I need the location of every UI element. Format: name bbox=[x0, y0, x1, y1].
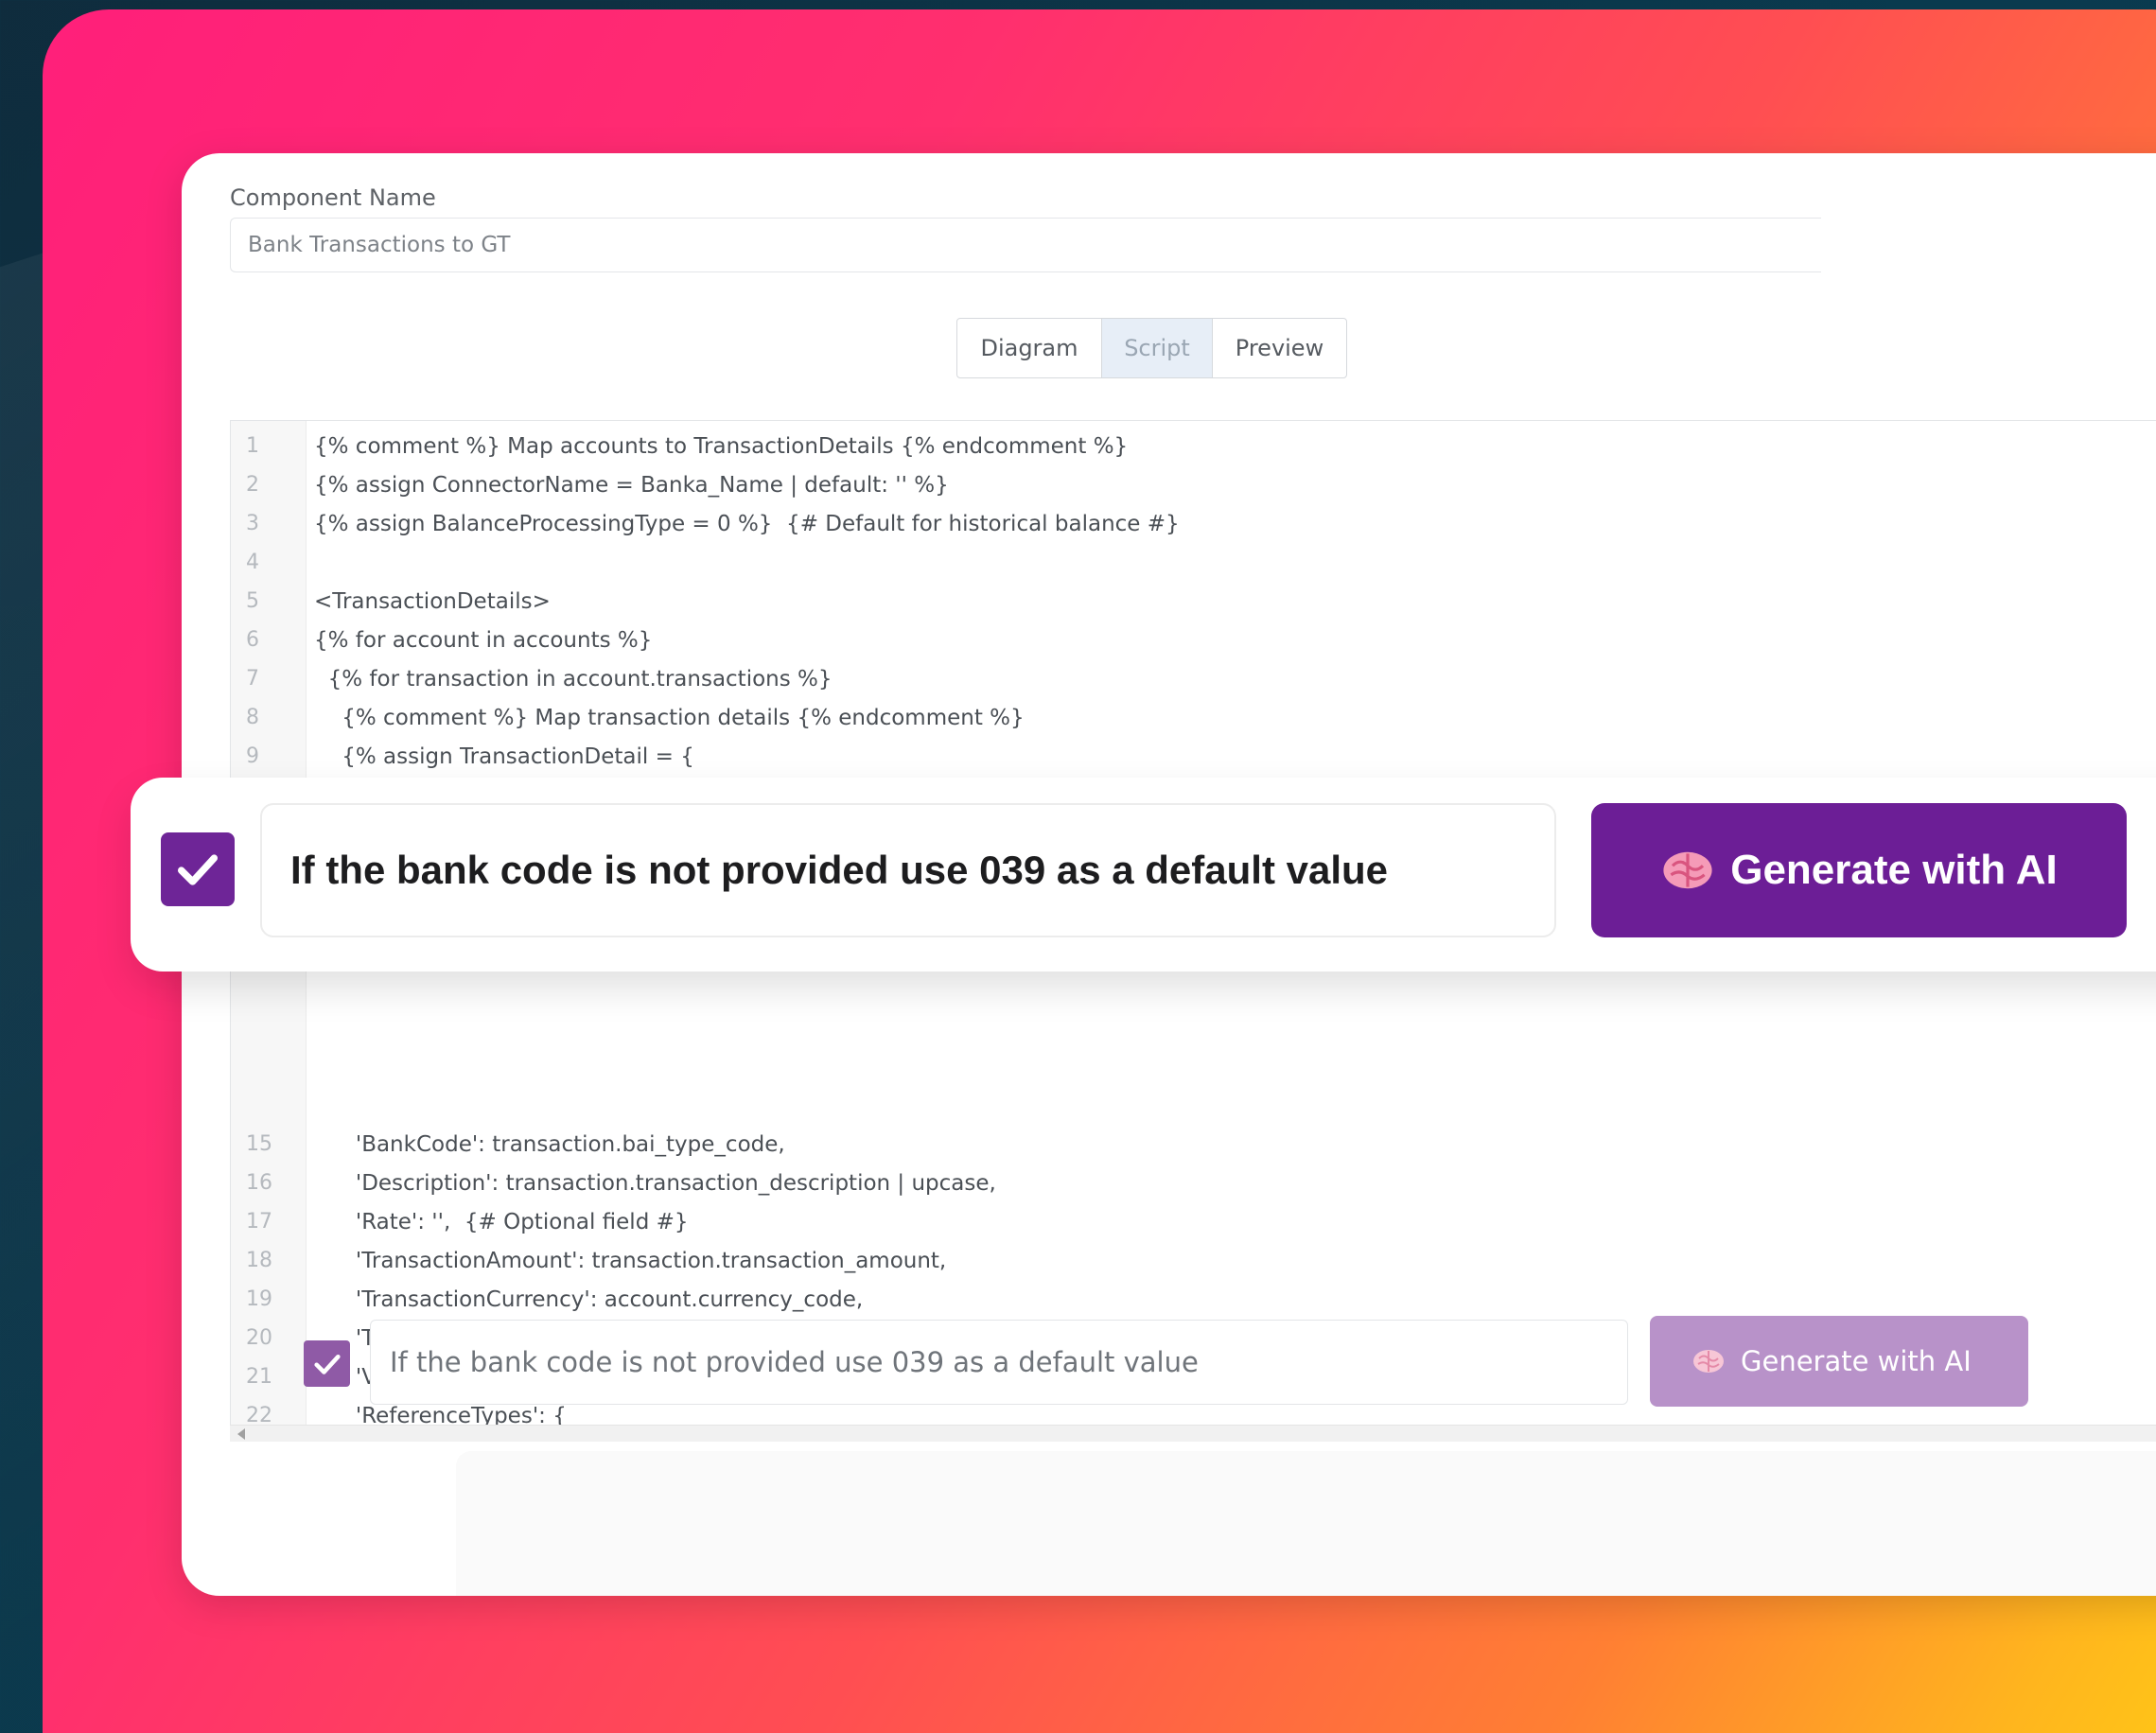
horizontal-scrollbar[interactable] bbox=[230, 1425, 2156, 1442]
scroll-left-icon[interactable] bbox=[237, 1428, 245, 1440]
line-number: 8 bbox=[246, 706, 259, 729]
line-number: 1 bbox=[246, 434, 259, 458]
code-text: {% assign ConnectorName = Banka_Name | d… bbox=[314, 472, 949, 498]
prompt-checkbox[interactable] bbox=[304, 1340, 350, 1387]
line-number: 20 bbox=[246, 1326, 272, 1350]
callout-prompt-input[interactable]: If the bank code is not provided use 039… bbox=[260, 803, 1556, 937]
code-line[interactable]: 3 {% assign BalanceProcessingType = 0 %} … bbox=[231, 504, 2156, 543]
code-line[interactable]: 6 {% for account in accounts %} bbox=[231, 621, 2156, 659]
code-line[interactable]: 8 {% comment %} Map transaction details … bbox=[231, 698, 2156, 737]
view-tabs: Diagram Script Preview bbox=[956, 318, 1347, 378]
callout-checkbox[interactable] bbox=[161, 832, 235, 906]
line-number: 5 bbox=[246, 589, 259, 613]
prompt-input-text: If the bank code is not provided use 039… bbox=[390, 1346, 1199, 1378]
line-number: 18 bbox=[246, 1249, 272, 1272]
checkmark-icon bbox=[313, 1354, 341, 1374]
tab-script[interactable]: Script bbox=[1102, 319, 1213, 377]
code-text: {% for account in accounts %} bbox=[314, 627, 653, 653]
callout-generate-with-ai-button[interactable]: Generate with AI bbox=[1591, 803, 2127, 937]
code-line[interactable]: 15 'BankCode': transaction.bai_type_code… bbox=[231, 1125, 2156, 1164]
code-line[interactable]: 2 {% assign ConnectorName = Banka_Name | … bbox=[231, 465, 2156, 504]
line-number: 9 bbox=[246, 744, 259, 768]
code-line[interactable]: 19 'TransactionCurrency': account.curren… bbox=[231, 1280, 2156, 1319]
code-text: 'TransactionCurrency': account.currency_… bbox=[314, 1287, 864, 1312]
line-number: 19 bbox=[246, 1287, 272, 1311]
code-line[interactable]: 16 'Description': transaction.transactio… bbox=[231, 1164, 2156, 1202]
line-number: 6 bbox=[246, 628, 259, 652]
generate-button-label: Generate with AI bbox=[1741, 1345, 1972, 1377]
generate-with-ai-button[interactable]: Generate with AI bbox=[1650, 1316, 2028, 1407]
prompt-input[interactable]: If the bank code is not provided use 039… bbox=[370, 1320, 1628, 1405]
tab-preview[interactable]: Preview bbox=[1213, 319, 1346, 377]
code-text: {% assign BalanceProcessingType = 0 %} {… bbox=[314, 511, 1180, 536]
code-line[interactable]: 4 bbox=[231, 543, 2156, 582]
line-number: 7 bbox=[246, 667, 259, 691]
ai-prompt-bar bbox=[456, 1451, 2156, 1596]
brain-icon bbox=[1660, 848, 1715, 893]
code-text: 'BankCode': transaction.bai_type_code, bbox=[314, 1131, 785, 1157]
callout-generate-button-label: Generate with AI bbox=[1730, 847, 2058, 893]
code-text: {% for transaction in account.transactio… bbox=[314, 666, 833, 691]
code-text: {% assign TransactionDetail = { bbox=[314, 744, 694, 769]
line-number: 15 bbox=[246, 1132, 272, 1156]
brain-icon bbox=[1691, 1347, 1726, 1375]
line-number: 3 bbox=[246, 512, 259, 535]
code-text: 'Description': transaction.transaction_d… bbox=[314, 1170, 996, 1196]
checkmark-icon bbox=[177, 854, 219, 885]
line-number: 21 bbox=[246, 1365, 272, 1389]
code-line[interactable]: 7 {% for transaction in account.transact… bbox=[231, 659, 2156, 698]
component-name-value: Bank Transactions to GT bbox=[248, 233, 511, 257]
code-text: {% comment %} Map transaction details {%… bbox=[314, 705, 1025, 730]
code-line[interactable]: 9 {% assign TransactionDetail = { bbox=[231, 737, 2156, 776]
line-number: 16 bbox=[246, 1171, 272, 1195]
code-line[interactable]: 5 <TransactionDetails> bbox=[231, 582, 2156, 621]
line-number: 2 bbox=[246, 473, 259, 497]
code-line[interactable]: 1 {% comment %} Map accounts to Transacti… bbox=[231, 427, 2156, 465]
component-name-input[interactable]: Bank Transactions to GT bbox=[230, 218, 1821, 272]
component-name-label: Component Name bbox=[230, 184, 436, 211]
code-text: <TransactionDetails> bbox=[314, 588, 551, 614]
code-text: {% comment %} Map accounts to Transactio… bbox=[314, 433, 1129, 459]
code-text: 'TransactionAmount': transaction.transac… bbox=[314, 1248, 947, 1273]
line-number: 4 bbox=[246, 551, 259, 574]
line-number: 17 bbox=[246, 1210, 272, 1234]
code-line[interactable]: 17 'Rate': '', {# Optional field #} bbox=[231, 1202, 2156, 1241]
code-line[interactable]: 18 'TransactionAmount': transaction.tran… bbox=[231, 1241, 2156, 1280]
tab-diagram[interactable]: Diagram bbox=[957, 319, 1102, 377]
callout-prompt-text: If the bank code is not provided use 039… bbox=[290, 848, 1389, 892]
code-text: 'Rate': '', {# Optional field #} bbox=[314, 1209, 689, 1234]
